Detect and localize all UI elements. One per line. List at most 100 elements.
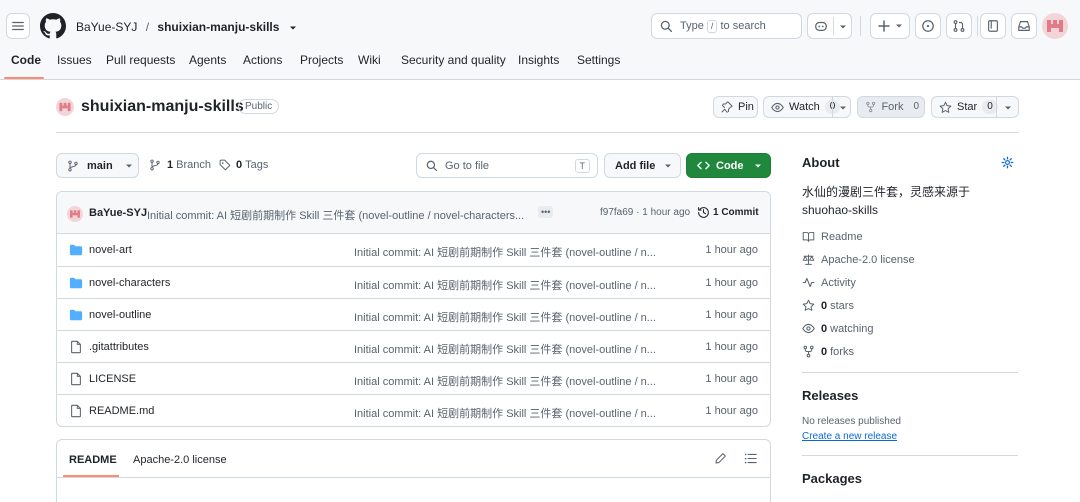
commit-message[interactable]: Initial commit: AI 短剧前期制作 Skill 三件套 (nov… (147, 207, 532, 223)
avatar[interactable] (1042, 13, 1068, 39)
star-button[interactable]: Star 0 (931, 96, 1019, 118)
readme-tab[interactable]: README (69, 454, 117, 466)
activity-link[interactable]: Activity (802, 276, 856, 289)
file-commit-message[interactable]: Initial commit: AI 短剧前期制作 Skill 三件套 (nov… (354, 373, 664, 389)
copilot-icon (815, 21, 827, 31)
add-file-label: Add file (615, 159, 656, 172)
repo-link[interactable]: shuixian-manju-skills (157, 20, 279, 34)
tab-actions[interactable]: Actions (243, 53, 282, 67)
watching-link[interactable]: 0 watching (802, 322, 874, 335)
code-button[interactable]: Code (686, 153, 771, 178)
go-to-file-input[interactable]: Go to file T (416, 153, 598, 178)
star-icon (939, 101, 952, 113)
stars-link[interactable]: 0 stars (802, 299, 854, 312)
file-commit-age: 1 hour ago (705, 277, 758, 289)
about-heading: About (802, 155, 840, 170)
file-row[interactable]: novel-art Initial commit: AI 短剧前期制作 Skill… (57, 234, 770, 266)
file-commit-message[interactable]: Initial commit: AI 短剧前期制作 Skill 三件套 (nov… (354, 309, 664, 325)
file-commit-message[interactable]: Initial commit: AI 短剧前期制作 Skill 三件套 (nov… (354, 277, 664, 293)
eye-icon (771, 102, 784, 112)
file-name-link[interactable]: LICENSE (89, 373, 136, 385)
tab-insights[interactable]: Insights (518, 53, 559, 67)
inbox-button[interactable] (1011, 13, 1037, 39)
chevron-down-icon (840, 25, 846, 29)
file-commit-message[interactable]: Initial commit: AI 短剧前期制作 Skill 三件套 (nov… (354, 244, 664, 260)
tab-issues[interactable]: Issues (57, 53, 92, 67)
file-name-link[interactable]: novel-characters (89, 277, 170, 289)
owner-link[interactable]: BaYue-SYJ (76, 20, 137, 34)
file-icon (69, 340, 83, 354)
gear-icon (1001, 156, 1014, 169)
tab-agents[interactable]: Agents (189, 53, 226, 67)
add-file-button[interactable]: Add file (604, 153, 681, 178)
chevron-down-icon[interactable] (289, 24, 297, 32)
license-tab[interactable]: Apache-2.0 license (133, 454, 227, 466)
file-icon (69, 404, 83, 418)
commit-hash[interactable]: f97fa69 (600, 207, 633, 218)
tags-link[interactable]: 0 Tags (219, 159, 268, 171)
repositories-button[interactable] (980, 13, 1006, 39)
repo-avatar (56, 98, 74, 116)
search-input[interactable]: Type / to search (651, 13, 802, 39)
file-commit-message[interactable]: Initial commit: AI 短剧前期制作 Skill 三件套 (nov… (354, 341, 664, 357)
file-commit-message[interactable]: Initial commit: AI 短剧前期制作 Skill 三件套 (nov… (354, 405, 664, 421)
pulse-icon (802, 277, 815, 288)
create-new-button[interactable] (870, 13, 910, 39)
tab-projects[interactable]: Projects (300, 53, 343, 67)
chevron-down-icon (665, 164, 672, 167)
tab-pull-requests[interactable]: Pull requests (106, 53, 175, 67)
heading-divider (56, 132, 1019, 133)
history-icon (698, 207, 709, 218)
license-link[interactable]: Apache-2.0 license (802, 253, 915, 266)
branch-selector[interactable]: main (56, 153, 139, 178)
file-name-link[interactable]: novel-art (89, 244, 132, 256)
file-name-link[interactable]: .gitattributes (89, 341, 149, 353)
file-name-link[interactable]: README.md (89, 405, 154, 417)
create-release-link[interactable]: Create a new release (802, 431, 897, 442)
tab-code[interactable]: Code (11, 53, 41, 67)
forks-link[interactable]: 0 forks (802, 345, 854, 358)
readme-divider (57, 477, 770, 478)
file-row[interactable]: README.md Initial commit: AI 短剧前期制作 Skill… (57, 394, 770, 426)
watch-button[interactable]: Watch 0 (763, 96, 851, 118)
copilot-button[interactable] (807, 13, 852, 39)
file-commit-age: 1 hour ago (705, 309, 758, 321)
fork-button[interactable]: Fork 0 (857, 96, 925, 118)
tab-settings[interactable]: Settings (577, 53, 620, 67)
file-row[interactable]: .gitattributes Initial commit: AI 短剧前期制作 … (57, 330, 770, 362)
active-tab-indicator (4, 77, 44, 79)
branches-link[interactable]: 1 Branch (149, 159, 211, 171)
stars-label: stars (830, 299, 854, 312)
header-divider (977, 16, 978, 36)
repo-title[interactable]: shuixian-manju-skills (81, 98, 244, 116)
global-header: BaYue-SYJ / shuixian-manju-skills Type /… (0, 0, 1080, 80)
pin-label: Pin (738, 101, 754, 113)
file-name-link[interactable]: novel-outline (89, 309, 151, 321)
issues-button[interactable] (915, 13, 941, 39)
commit-meta: f97fa69 · 1 hour ago (600, 207, 690, 218)
about-settings-button[interactable] (1001, 156, 1014, 169)
commit-history-link[interactable]: 1 Commit (697, 206, 759, 219)
file-commit-age: 1 hour ago (705, 373, 758, 385)
packages-heading[interactable]: Packages (802, 471, 862, 486)
releases-heading[interactable]: Releases (802, 388, 858, 403)
file-row[interactable]: LICENSE Initial commit: AI 短剧前期制作 Skill 三… (57, 362, 770, 394)
tab-wiki[interactable]: Wiki (358, 53, 381, 67)
edit-readme-button[interactable] (714, 452, 727, 465)
menu-button[interactable] (6, 13, 30, 39)
outline-button[interactable] (744, 452, 757, 465)
commit-expand-button[interactable]: ••• (538, 206, 554, 218)
commit-author[interactable]: BaYue-SYJ (89, 207, 147, 219)
readme-link[interactable]: Readme (802, 230, 863, 243)
pull-requests-button[interactable] (946, 13, 972, 39)
file-row[interactable]: novel-outline Initial commit: AI 短剧前期制作 S… (57, 298, 770, 330)
pin-button[interactable]: Pin (713, 96, 758, 118)
github-logo-icon[interactable] (40, 13, 66, 39)
file-row[interactable]: novel-characters Initial commit: AI 短剧前期制… (57, 266, 770, 298)
search-placeholder-prefix: Type (680, 19, 704, 32)
file-commit-age: 1 hour ago (705, 341, 758, 353)
tab-security-and-quality[interactable]: Security and quality (401, 53, 506, 67)
branch-label: Branch (176, 159, 211, 171)
commit-author-avatar[interactable] (67, 206, 83, 222)
law-icon (802, 254, 815, 265)
